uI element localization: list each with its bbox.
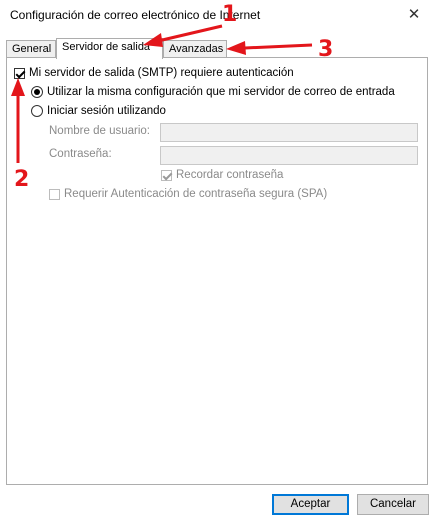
username-label: Nombre de usuario: xyxy=(49,125,150,137)
password-field[interactable] xyxy=(160,146,418,165)
login-using-label: Iniciar sesión utilizando xyxy=(47,105,166,117)
remember-password-checkbox[interactable] xyxy=(161,169,172,181)
use-same-settings-option[interactable]: Utilizar la misma configuración que mi s… xyxy=(31,86,395,98)
annotation-marker-2: 2 xyxy=(14,167,30,192)
smtp-auth-label: Mi servidor de salida (SMTP) requiere au… xyxy=(29,67,294,79)
password-label: Contraseña: xyxy=(49,148,112,160)
tab-general[interactable]: General xyxy=(6,40,56,58)
spa-label: Requerir Autenticación de contraseña seg… xyxy=(64,188,328,200)
title-bar: Configuración de correo electrónico de I… xyxy=(0,0,435,32)
login-using-radio[interactable] xyxy=(31,105,43,117)
close-icon[interactable]: ✕ xyxy=(401,4,427,26)
tab-panel xyxy=(6,57,428,485)
smtp-auth-checkbox[interactable] xyxy=(14,67,25,79)
cancel-button[interactable]: Cancelar xyxy=(357,494,429,515)
annotation-marker-1: 1 xyxy=(222,2,238,27)
use-same-settings-label: Utilizar la misma configuración que mi s… xyxy=(47,86,395,98)
tab-advanced[interactable]: Avanzadas xyxy=(163,40,227,58)
accept-button[interactable]: Aceptar xyxy=(272,494,349,515)
tab-strip: General Servidor de salida Avanzadas xyxy=(6,38,428,59)
spa-option[interactable]: Requerir Autenticación de contraseña seg… xyxy=(49,188,327,200)
username-field[interactable] xyxy=(160,123,418,142)
login-using-option[interactable]: Iniciar sesión utilizando xyxy=(31,105,166,117)
remember-password-option[interactable]: Recordar contraseña xyxy=(161,169,283,181)
use-same-settings-radio[interactable] xyxy=(31,86,43,98)
remember-password-label: Recordar contraseña xyxy=(176,169,284,181)
tab-outgoing-server[interactable]: Servidor de salida xyxy=(56,38,163,59)
spa-checkbox[interactable] xyxy=(49,188,60,200)
smtp-auth-option[interactable]: Mi servidor de salida (SMTP) requiere au… xyxy=(14,67,294,79)
annotation-marker-3: 3 xyxy=(318,37,334,62)
